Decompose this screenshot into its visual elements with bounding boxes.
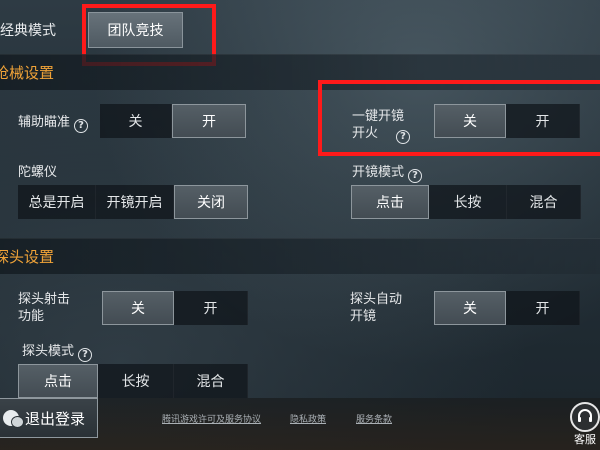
highlight-box-scope-fire bbox=[318, 80, 600, 156]
gyroscope-label: 陀螺仪 bbox=[18, 165, 58, 180]
peek-section-header bbox=[0, 238, 600, 274]
peek-fire-off[interactable]: 关 bbox=[102, 291, 174, 325]
logout-button[interactable]: 退出登录 bbox=[0, 398, 98, 438]
scope-mode-mixed[interactable]: 混合 bbox=[507, 185, 581, 219]
peek-auto-scope-toggle[interactable]: 关 开 bbox=[434, 291, 580, 325]
scope-mode-selector[interactable]: 点击 长按 混合 bbox=[351, 185, 581, 219]
gyroscope-selector[interactable]: 总是开启 开镜开启 关闭 bbox=[18, 185, 248, 219]
privacy-policy-link[interactable]: 隐私政策 bbox=[290, 412, 326, 425]
wechat-icon bbox=[3, 410, 24, 428]
customer-service-button[interactable]: 客服 bbox=[568, 400, 600, 446]
gyroscope-scope-on[interactable]: 开镜开启 bbox=[96, 185, 174, 219]
terms-of-service-link[interactable]: 服务条款 bbox=[356, 412, 392, 425]
peek-section-title: 探头设置 bbox=[0, 248, 55, 266]
peek-fire-label: 探头射击 功能 bbox=[18, 291, 70, 325]
service-label: 客服 bbox=[574, 433, 596, 446]
peek-fire-toggle[interactable]: 关 开 bbox=[102, 291, 248, 325]
tab-classic-mode[interactable]: 经典模式 bbox=[0, 20, 56, 40]
peek-fire-line1: 探头射击 bbox=[18, 292, 71, 307]
peek-fire-on[interactable]: 开 bbox=[174, 291, 248, 325]
peek-mode-hold[interactable]: 长按 bbox=[98, 364, 174, 398]
scope-mode-text: 开镜模式 bbox=[352, 165, 405, 180]
logout-label: 退出登录 bbox=[25, 409, 86, 428]
peek-mode-selector[interactable]: 点击 长按 混合 bbox=[18, 364, 248, 398]
license-agreement-link[interactable]: 腾讯游戏许可及服务协议 bbox=[162, 412, 261, 425]
help-icon[interactable]: ? bbox=[78, 347, 93, 362]
peek-mode-mixed[interactable]: 混合 bbox=[174, 364, 248, 398]
help-icon[interactable]: ? bbox=[74, 118, 89, 133]
scope-mode-label: 开镜模式? bbox=[352, 164, 423, 183]
assist-aim-label: 辅助瞄准? bbox=[18, 114, 89, 133]
peek-mode-text: 探头模式 bbox=[22, 344, 75, 359]
peek-auto-scope-line1: 探头自动 bbox=[350, 292, 403, 307]
scope-mode-tap[interactable]: 点击 bbox=[351, 185, 429, 219]
peek-auto-scope-label: 探头自动 开镜 bbox=[350, 291, 402, 325]
assist-aim-off[interactable]: 关 bbox=[100, 104, 172, 138]
peek-auto-scope-on[interactable]: 开 bbox=[506, 291, 580, 325]
headset-icon bbox=[570, 402, 600, 432]
help-icon[interactable]: ? bbox=[408, 168, 423, 183]
assist-aim-on[interactable]: 开 bbox=[172, 104, 246, 138]
assist-aim-toggle[interactable]: 关 开 bbox=[100, 104, 246, 138]
gyroscope-always-on[interactable]: 总是开启 bbox=[18, 185, 96, 219]
peek-mode-tap[interactable]: 点击 bbox=[18, 364, 98, 398]
gyroscope-off[interactable]: 关闭 bbox=[174, 185, 248, 219]
peek-auto-scope-line2: 开镜 bbox=[350, 309, 377, 324]
peek-auto-scope-off[interactable]: 关 bbox=[434, 291, 506, 325]
weapon-section-title: 枪械设置 bbox=[0, 64, 55, 82]
scope-mode-hold[interactable]: 长按 bbox=[429, 185, 507, 219]
peek-mode-label: 探头模式? bbox=[22, 343, 93, 362]
peek-fire-line2: 功能 bbox=[18, 309, 45, 324]
assist-aim-text: 辅助瞄准 bbox=[18, 115, 71, 130]
